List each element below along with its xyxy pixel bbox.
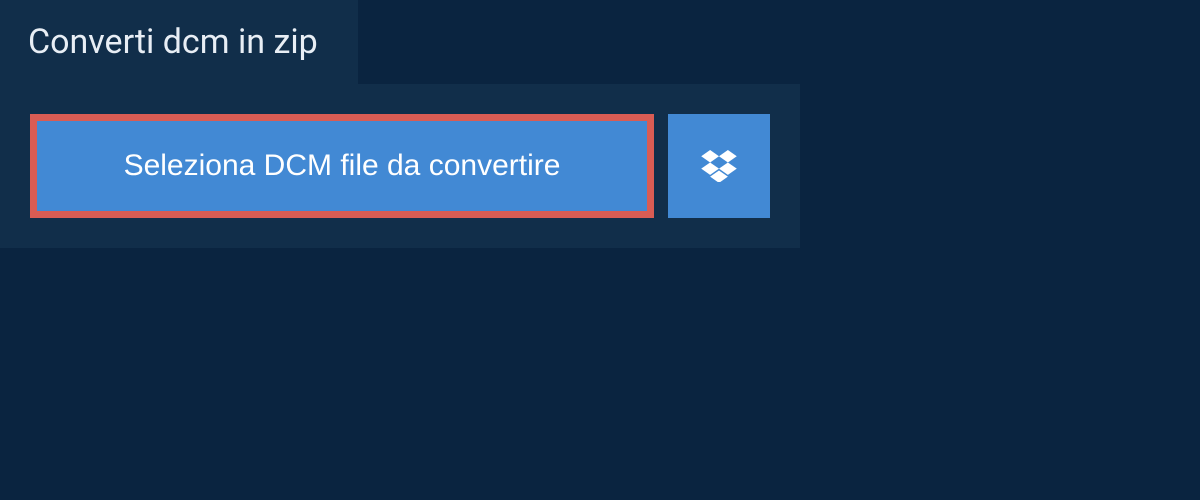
tab-title: Converti dcm in zip	[28, 22, 318, 62]
select-file-button[interactable]: Seleziona DCM file da convertire	[30, 114, 654, 218]
tab-header: Converti dcm in zip	[0, 0, 358, 84]
button-row: Seleziona DCM file da convertire	[30, 114, 770, 218]
select-file-label: Seleziona DCM file da convertire	[124, 149, 561, 183]
upload-panel: Seleziona DCM file da convertire	[0, 84, 800, 248]
dropbox-icon	[701, 150, 737, 182]
dropbox-button[interactable]	[668, 114, 770, 218]
